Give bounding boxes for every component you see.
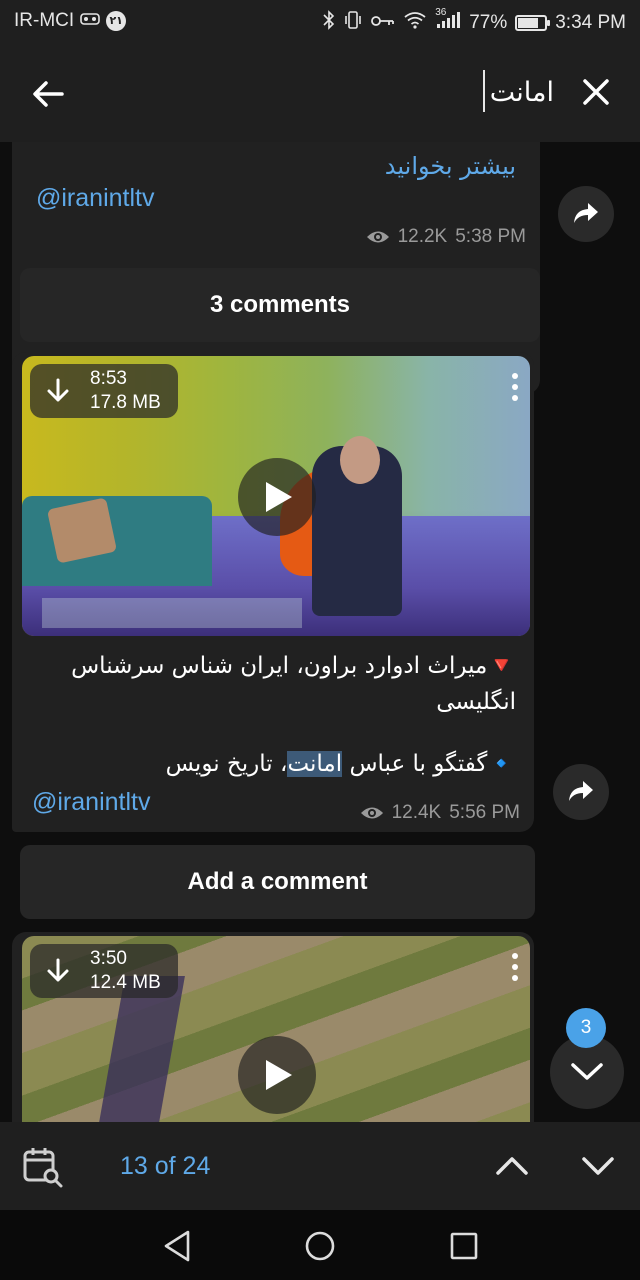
caption-text: ، تاریخ نویس <box>165 751 288 777</box>
read-more-link[interactable]: بیشتر بخوانید <box>385 152 516 180</box>
video-scene <box>340 436 380 484</box>
key-icon <box>371 13 395 33</box>
video-thumbnail[interactable]: 3:50 12.4 MB <box>22 936 530 1122</box>
arrow-left-icon <box>33 81 64 107</box>
nav-home-button[interactable] <box>302 1228 338 1264</box>
back-button[interactable] <box>24 70 72 118</box>
network-type-label: 36 <box>435 7 447 18</box>
video-duration: 8:53 <box>90 368 127 389</box>
nav-recents-button[interactable] <box>446 1228 482 1264</box>
eye-icon <box>366 231 389 243</box>
download-icon <box>47 378 69 402</box>
message-meta: 12.4K 5:56 PM <box>360 802 520 824</box>
video-download-badge[interactable]: 8:53 17.8 MB <box>30 364 178 418</box>
signal-icon: 36 <box>435 7 461 34</box>
triangle-back-icon <box>164 1230 190 1262</box>
download-icon <box>47 958 69 982</box>
sim-badge: ۲۱ <box>106 11 127 31</box>
message-bubble[interactable]: 3:50 12.4 MB <box>12 932 534 1122</box>
search-input[interactable] <box>110 70 554 114</box>
share-button[interactable] <box>558 186 614 242</box>
circle-home-icon <box>305 1231 335 1261</box>
clear-search-button[interactable] <box>572 68 620 116</box>
chevron-down-icon <box>582 1157 614 1175</box>
video-thumbnail[interactable]: 8:53 17.8 MB <box>22 356 530 636</box>
caption-text: 🔹گفتگو با عباس <box>342 751 516 777</box>
view-count: 12.2K <box>397 226 448 247</box>
clock: 3:34 PM <box>555 11 626 33</box>
wifi-icon <box>403 11 427 34</box>
search-result-counter: 13 of 24 <box>120 1152 211 1180</box>
search-header <box>0 42 640 142</box>
voicemail-icon <box>80 11 100 31</box>
video-scene <box>42 598 302 628</box>
nav-back-button[interactable] <box>160 1228 196 1264</box>
comments-button[interactable]: 3 comments <box>20 268 540 342</box>
close-icon <box>583 79 609 105</box>
previous-result-button[interactable] <box>490 1146 534 1186</box>
text-caret <box>483 70 485 112</box>
next-result-button[interactable] <box>576 1146 620 1186</box>
video-duration: 3:50 <box>90 948 127 969</box>
message-feed[interactable]: بیشتر بخوانید @iranintltv 12.2K 5:38 PM … <box>0 142 640 1122</box>
chevron-up-icon <box>496 1157 528 1175</box>
battery-fill <box>518 17 539 28</box>
more-vertical-icon[interactable] <box>510 372 520 402</box>
carrier-label: IR-MCI <box>14 10 75 31</box>
video-size: 12.4 MB <box>90 972 161 993</box>
battery-percent: 77% <box>469 11 508 33</box>
battery-icon <box>515 14 551 31</box>
caption-line: انگلیسی <box>436 689 516 715</box>
play-icon <box>266 482 292 512</box>
calendar-search-button[interactable] <box>22 1146 64 1188</box>
channel-link[interactable]: @iranintltv <box>32 788 150 817</box>
square-recents-icon <box>450 1232 478 1260</box>
bluetooth-icon <box>323 10 335 35</box>
play-button[interactable] <box>238 458 316 536</box>
channel-link[interactable]: @iranintltv <box>36 184 154 213</box>
status-bar: IR-MCI ۲۱ 36 77% 3:34 PM <box>0 0 640 42</box>
more-vertical-icon[interactable] <box>510 952 520 982</box>
chevron-down-icon <box>571 1063 603 1080</box>
caption-line: 🔻میراث ادوارد براون، ایران شناس سرشناس <box>71 653 516 679</box>
unread-count-badge: 3 <box>566 1008 606 1048</box>
message-time: 5:56 PM <box>449 802 520 823</box>
vibrate-icon <box>343 10 363 35</box>
add-comment-button[interactable]: Add a comment <box>20 845 535 919</box>
system-nav-bar <box>0 1210 640 1280</box>
share-arrow-icon <box>574 203 598 223</box>
search-results-bar: 13 of 24 <box>0 1122 640 1210</box>
view-count: 12.4K <box>391 802 442 823</box>
share-button[interactable] <box>553 764 609 820</box>
video-download-badge[interactable]: 3:50 12.4 MB <box>30 944 178 998</box>
calendar-search-icon <box>23 1148 63 1188</box>
message-time: 5:38 PM <box>455 226 526 247</box>
message-bubble[interactable]: 8:53 17.8 MB 🔻میراث ادوارد براون، ایران … <box>12 352 534 832</box>
telegram-screen: IR-MCI ۲۱ 36 77% 3:34 PM امانت بیشتر بخو… <box>0 0 640 1280</box>
message-meta: 12.2K 5:38 PM <box>366 226 526 248</box>
eye-icon <box>360 807 383 819</box>
caption-line: 🔹گفتگو با عباس امانت، تاریخ نویس <box>166 746 516 782</box>
video-size: 17.8 MB <box>90 392 161 413</box>
play-button[interactable] <box>238 1036 316 1114</box>
share-arrow-icon <box>569 781 593 801</box>
play-icon <box>266 1060 292 1090</box>
search-highlight: امانت <box>287 751 343 777</box>
